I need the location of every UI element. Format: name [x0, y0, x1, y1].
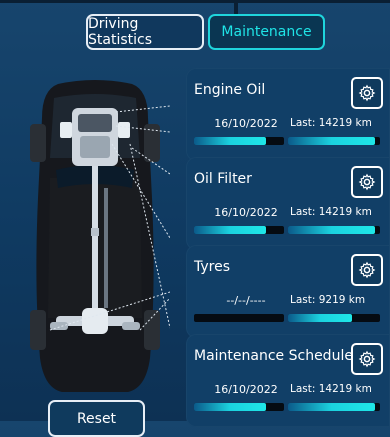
gear-icon[interactable] — [351, 166, 383, 198]
reset-button-label: Reset — [76, 410, 117, 427]
card-date: --/--/---- — [226, 294, 266, 307]
gear-icon[interactable] — [351, 77, 383, 109]
card-last: Last: 14219 km — [290, 383, 372, 395]
progress-bar-distance — [288, 226, 380, 234]
card-title: Oil Filter — [194, 171, 252, 187]
progress-bar-distance — [288, 403, 380, 411]
tab-driving-statistics-label: Driving Statistics — [88, 16, 152, 48]
progress-bar-date — [194, 137, 284, 145]
progress-bar-date — [194, 226, 284, 234]
gear-icon[interactable] — [351, 343, 383, 375]
progress-bar-distance — [288, 137, 380, 145]
card-date: 16/10/2022 — [214, 383, 278, 396]
card-engine-oil: Engine Oil 16/10/2022 Last: 14219 km — [186, 68, 390, 161]
progress-bar-distance — [288, 314, 380, 322]
card-last: Last: 9219 km — [290, 294, 366, 306]
card-tyres: Tyres --/--/---- Last: 9219 km — [186, 245, 390, 338]
car-chassis-illustration — [30, 80, 170, 392]
reset-button[interactable]: Reset — [48, 400, 145, 437]
tab-driving-statistics[interactable]: Driving Statistics — [86, 14, 204, 50]
card-maintenance-schedule: Maintenance Schedule 16/10/2022 Last: 14… — [186, 334, 390, 427]
card-title: Engine Oil — [194, 82, 266, 98]
card-oil-filter: Oil Filter 16/10/2022 Last: 14219 km — [186, 157, 390, 250]
progress-bar-date — [194, 314, 284, 322]
gear-icon[interactable] — [351, 254, 383, 286]
card-last: Last: 14219 km — [290, 206, 372, 218]
card-title: Tyres — [194, 259, 231, 275]
card-date: 16/10/2022 — [214, 117, 278, 130]
top-border — [0, 0, 390, 3]
progress-bar-date — [194, 403, 284, 411]
card-last: Last: 14219 km — [290, 117, 372, 129]
tab-maintenance-label: Maintenance — [221, 24, 312, 40]
tab-maintenance[interactable]: Maintenance — [208, 14, 325, 50]
card-date: 16/10/2022 — [214, 206, 278, 219]
card-title: Maintenance Schedule — [194, 348, 353, 364]
